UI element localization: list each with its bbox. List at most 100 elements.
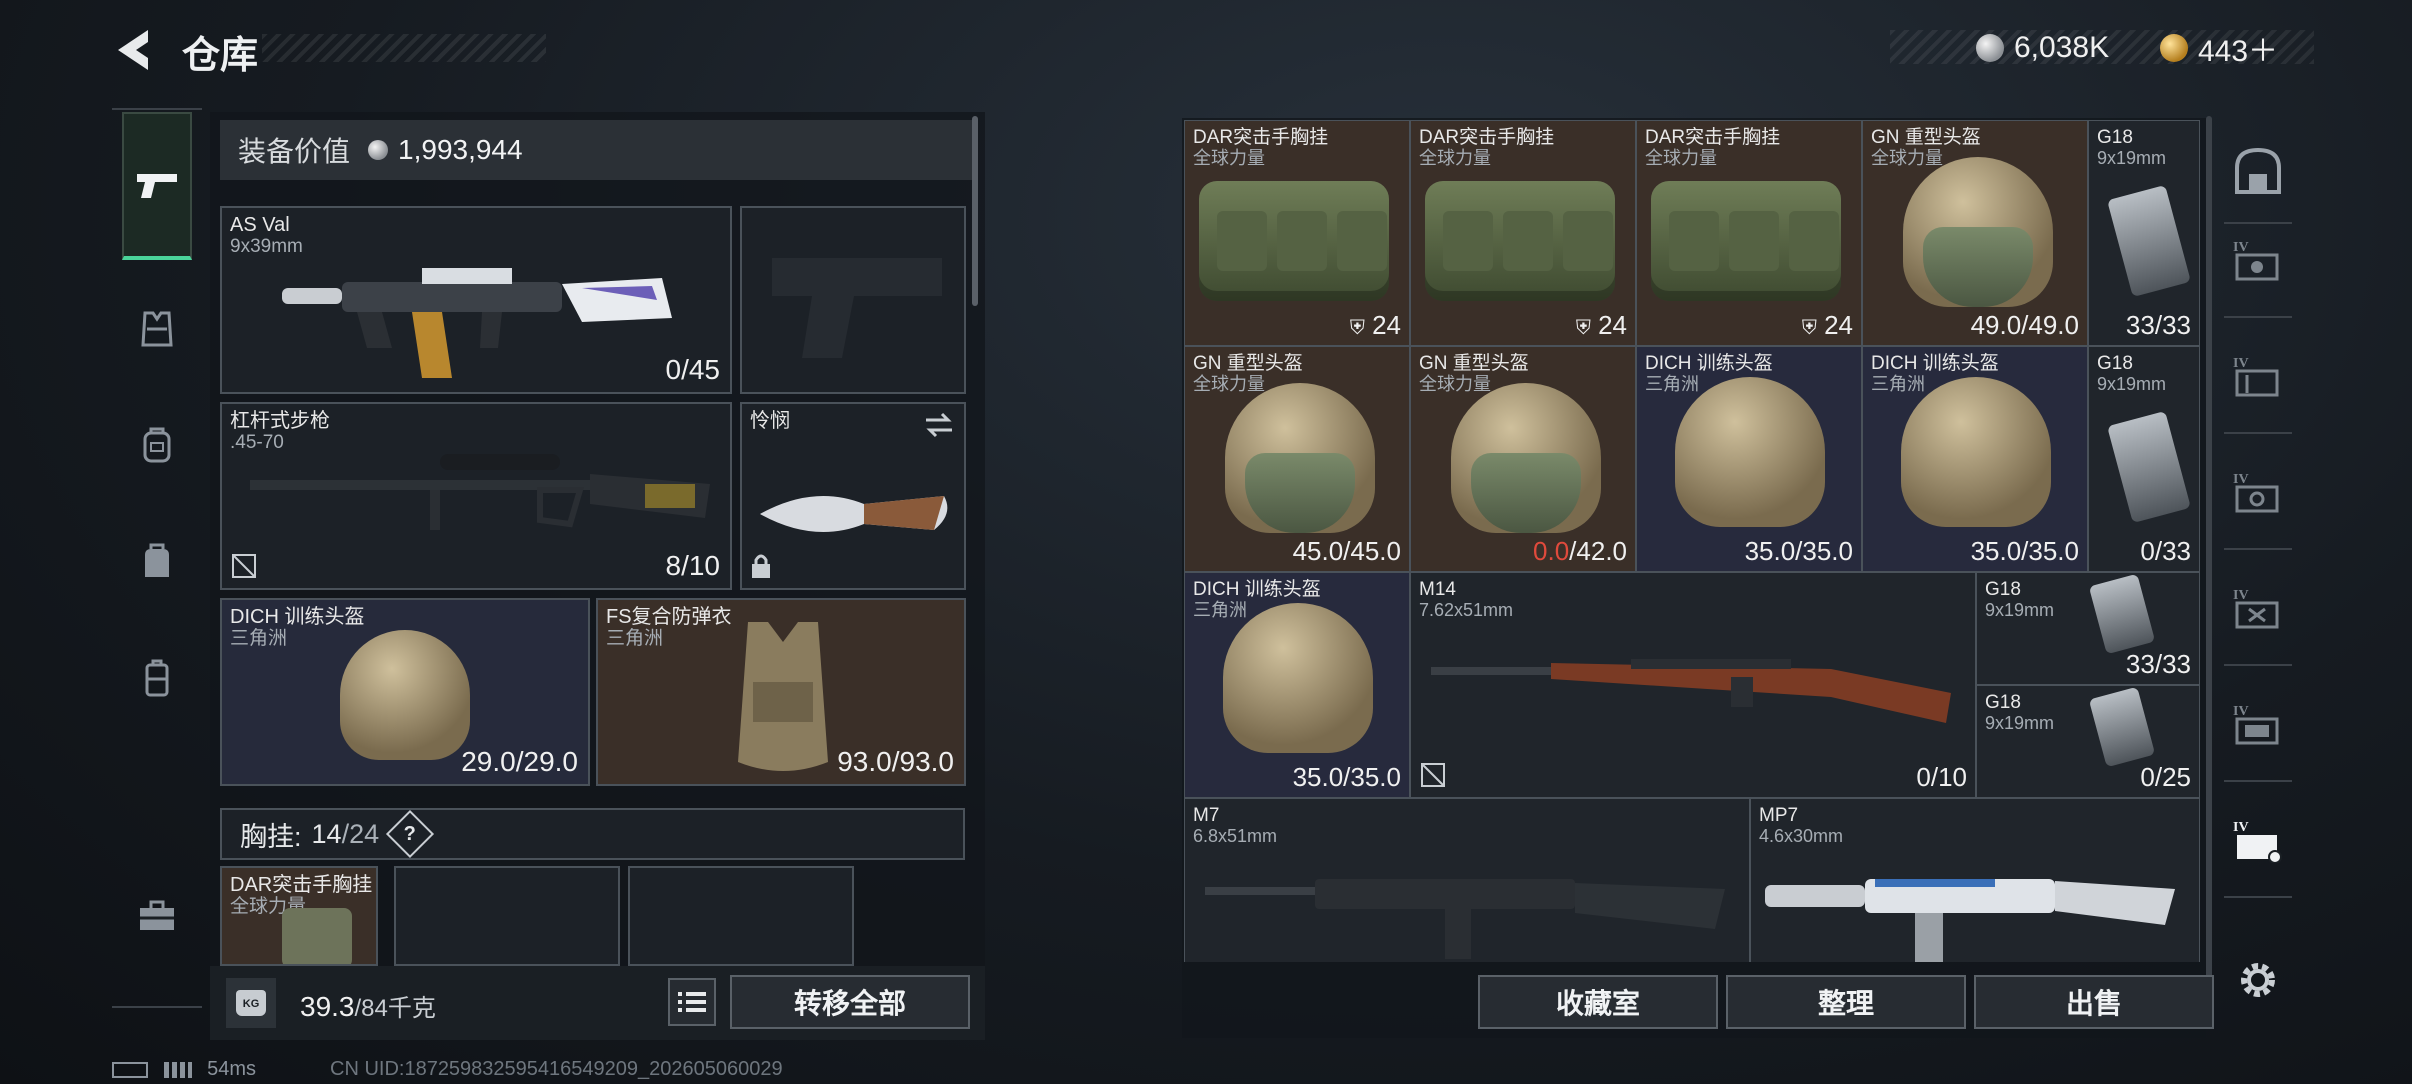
storage-item[interactable]: GN 重型头盔 全球力量 45.0/45.0: [1184, 346, 1410, 572]
storage-item[interactable]: DICH 训练头盔 三角洲 35.0/35.0: [1184, 572, 1410, 798]
chest-slot-3[interactable]: [628, 866, 854, 966]
storage-item[interactable]: DAR突击手胸挂 全球力量 ⛨ 24: [1410, 120, 1636, 346]
storage-item[interactable]: G18 9x19mm 0/33: [2088, 346, 2200, 572]
storage-item[interactable]: G18 9x19mm 33/33: [2088, 120, 2200, 346]
signal-icon: [163, 1061, 192, 1078]
right-nav-container-4[interactable]: IV: [2228, 578, 2288, 638]
slot-pistol[interactable]: [740, 206, 966, 394]
slot-armor[interactable]: FS复合防弹衣 三角洲 93.0/93.0: [596, 598, 966, 786]
case-icon: [145, 659, 169, 697]
storage-item-count: ⛨ 24: [1576, 310, 1627, 341]
storage-item[interactable]: GN 重型头盔 全球力量 49.0/49.0: [1862, 120, 2088, 346]
slot-item-name: DAR突击手胸挂: [230, 874, 373, 896]
slot-primary-weapon[interactable]: AS Val 9x39mm 0/45: [220, 206, 732, 394]
body-armor-icon: [738, 622, 828, 771]
storage-item[interactable]: GN 重型头盔 全球力量 0.0/42.0: [1410, 346, 1636, 572]
collection-room-button[interactable]: 收藏室: [1478, 975, 1718, 1029]
storage-item[interactable]: MP7 4.6x30mm: [1750, 798, 2200, 962]
storage-item-count-value: 24: [1372, 310, 1401, 340]
currency-silver[interactable]: 6,038K: [1976, 28, 2109, 68]
no-insurance-icon: [1421, 763, 1445, 787]
silver-coin-icon: [1976, 34, 2004, 62]
currency-silver-value: 6,038K: [2014, 31, 2110, 64]
m14-rifle-icon: [1431, 659, 1951, 723]
storage-item-name: DICH 训练头盔: [1645, 353, 1773, 374]
pistol-icon: [137, 174, 177, 198]
status-bar: 54ms: [112, 1058, 256, 1081]
page-title: 仓库: [182, 35, 259, 77]
right-nav-container-2[interactable]: IV: [2228, 346, 2288, 406]
currency-gold[interactable]: 443＋: [2160, 28, 2278, 68]
slot-item-name: 怜悯: [750, 410, 790, 432]
nav-item-case[interactable]: [122, 642, 192, 712]
helmet-icon: [340, 630, 470, 760]
storage-item[interactable]: DICH 训练头盔 三角洲 35.0/35.0: [1636, 346, 1862, 572]
nav-item-toolbox[interactable]: [122, 880, 192, 950]
nav-item-weapons[interactable]: [122, 112, 192, 260]
nav-item-backpack[interactable]: [122, 410, 192, 480]
slot-melee[interactable]: 怜悯: [740, 402, 966, 590]
storage-item[interactable]: G18 9x19mm 33/33: [1976, 572, 2200, 685]
storage-item-ammo: 33/33: [2125, 310, 2191, 340]
storage-item-faction: 全球力量: [1419, 374, 1491, 394]
sort-button[interactable]: 整理: [1726, 975, 1966, 1029]
slot-item-ammo: 8/10: [665, 550, 721, 581]
right-nav-container-1[interactable]: IV: [2228, 230, 2288, 290]
chest-rig-icon: [1199, 181, 1389, 301]
helmet-icon: [1223, 603, 1373, 753]
right-nav-container-6[interactable]: IV: [2228, 810, 2288, 870]
left-nav: [112, 108, 202, 1008]
chest-rig-icon: [1651, 181, 1841, 301]
list-icon: [678, 992, 706, 1012]
storage-item-caliber: 6.8x51mm: [1193, 826, 1278, 846]
storage-item-name: M14: [1419, 579, 1456, 600]
container-icon: IV: [2233, 704, 2279, 745]
chest-rig-icon: [282, 908, 352, 964]
storage-item[interactable]: DAR突击手胸挂 全球力量 ⛨ 24: [1184, 120, 1410, 346]
slot-helmet[interactable]: DICH 训练头盔 三角洲 29.0/29.0: [220, 598, 590, 786]
storage-item-durability: 35.0/35.0: [1970, 536, 2079, 566]
back-button[interactable]: [112, 26, 156, 74]
nav-item-armor[interactable]: [122, 294, 192, 364]
slot-item-durability: 29.0/29.0: [461, 746, 578, 777]
help-button[interactable]: ?: [386, 809, 435, 859]
storage-item[interactable]: G18 9x19mm 0/25: [1976, 685, 2200, 798]
right-nav-warehouse[interactable]: [2228, 140, 2288, 200]
storage-item-faction: 三角洲: [1871, 374, 1925, 394]
tier-label: IV: [2233, 588, 2249, 603]
chest-slot-1[interactable]: DAR突击手胸挂 全球力量: [220, 866, 378, 966]
heavy-helmet-icon: [1225, 383, 1375, 533]
help-icon: ?: [404, 822, 417, 845]
nav-item-pack[interactable]: [122, 526, 192, 596]
storage-item-count-value: 24: [1824, 310, 1853, 340]
slot-secondary-weapon[interactable]: 杠杆式步枪 .45-70 8/10: [220, 402, 732, 590]
list-view-button[interactable]: [668, 978, 716, 1026]
transfer-all-button[interactable]: 转移全部: [730, 975, 970, 1029]
storage-scrollbar[interactable]: [2206, 116, 2212, 1006]
chest-slot-2[interactable]: [394, 866, 620, 966]
vest-icon: ⛨: [1349, 317, 1365, 339]
slot-item-faction: 三角洲: [230, 628, 288, 649]
swap-icon[interactable]: [924, 412, 954, 438]
storage-item-faction: 全球力量: [1871, 148, 1943, 168]
settings-button[interactable]: [2236, 958, 2280, 1002]
player-uid: CN UID:187259832595416549209_20260506002…: [330, 1058, 783, 1080]
pistol-icon: [2088, 686, 2156, 768]
ping-value: 54ms: [207, 1058, 257, 1080]
loadout-scrollbar[interactable]: [972, 116, 978, 306]
tier-label: IV: [2233, 472, 2249, 487]
storage-item[interactable]: DAR突击手胸挂 全球力量 ⛨ 24: [1636, 120, 1862, 346]
storage-item-name: DAR突击手胸挂: [1645, 127, 1781, 148]
storage-item-durability: 45.0/45.0: [1292, 536, 1401, 566]
storage-item[interactable]: DICH 训练头盔 三角洲 35.0/35.0: [1862, 346, 2088, 572]
storage-item-name: G18: [1985, 579, 2021, 600]
slot-item-name: DICH 训练头盔: [230, 606, 365, 628]
right-nav-container-3[interactable]: IV: [2228, 462, 2288, 522]
right-nav-container-5[interactable]: IV: [2228, 694, 2288, 754]
storage-item[interactable]: M14 7.62x51mm 0/10: [1410, 572, 1976, 798]
kg-icon: KG: [236, 990, 266, 1016]
sell-button[interactable]: 出售: [1974, 975, 2214, 1029]
weight-current: 39.3: [300, 991, 355, 1022]
storage-item[interactable]: M7 6.8x51mm: [1184, 798, 1750, 962]
vest-icon: [141, 311, 173, 347]
